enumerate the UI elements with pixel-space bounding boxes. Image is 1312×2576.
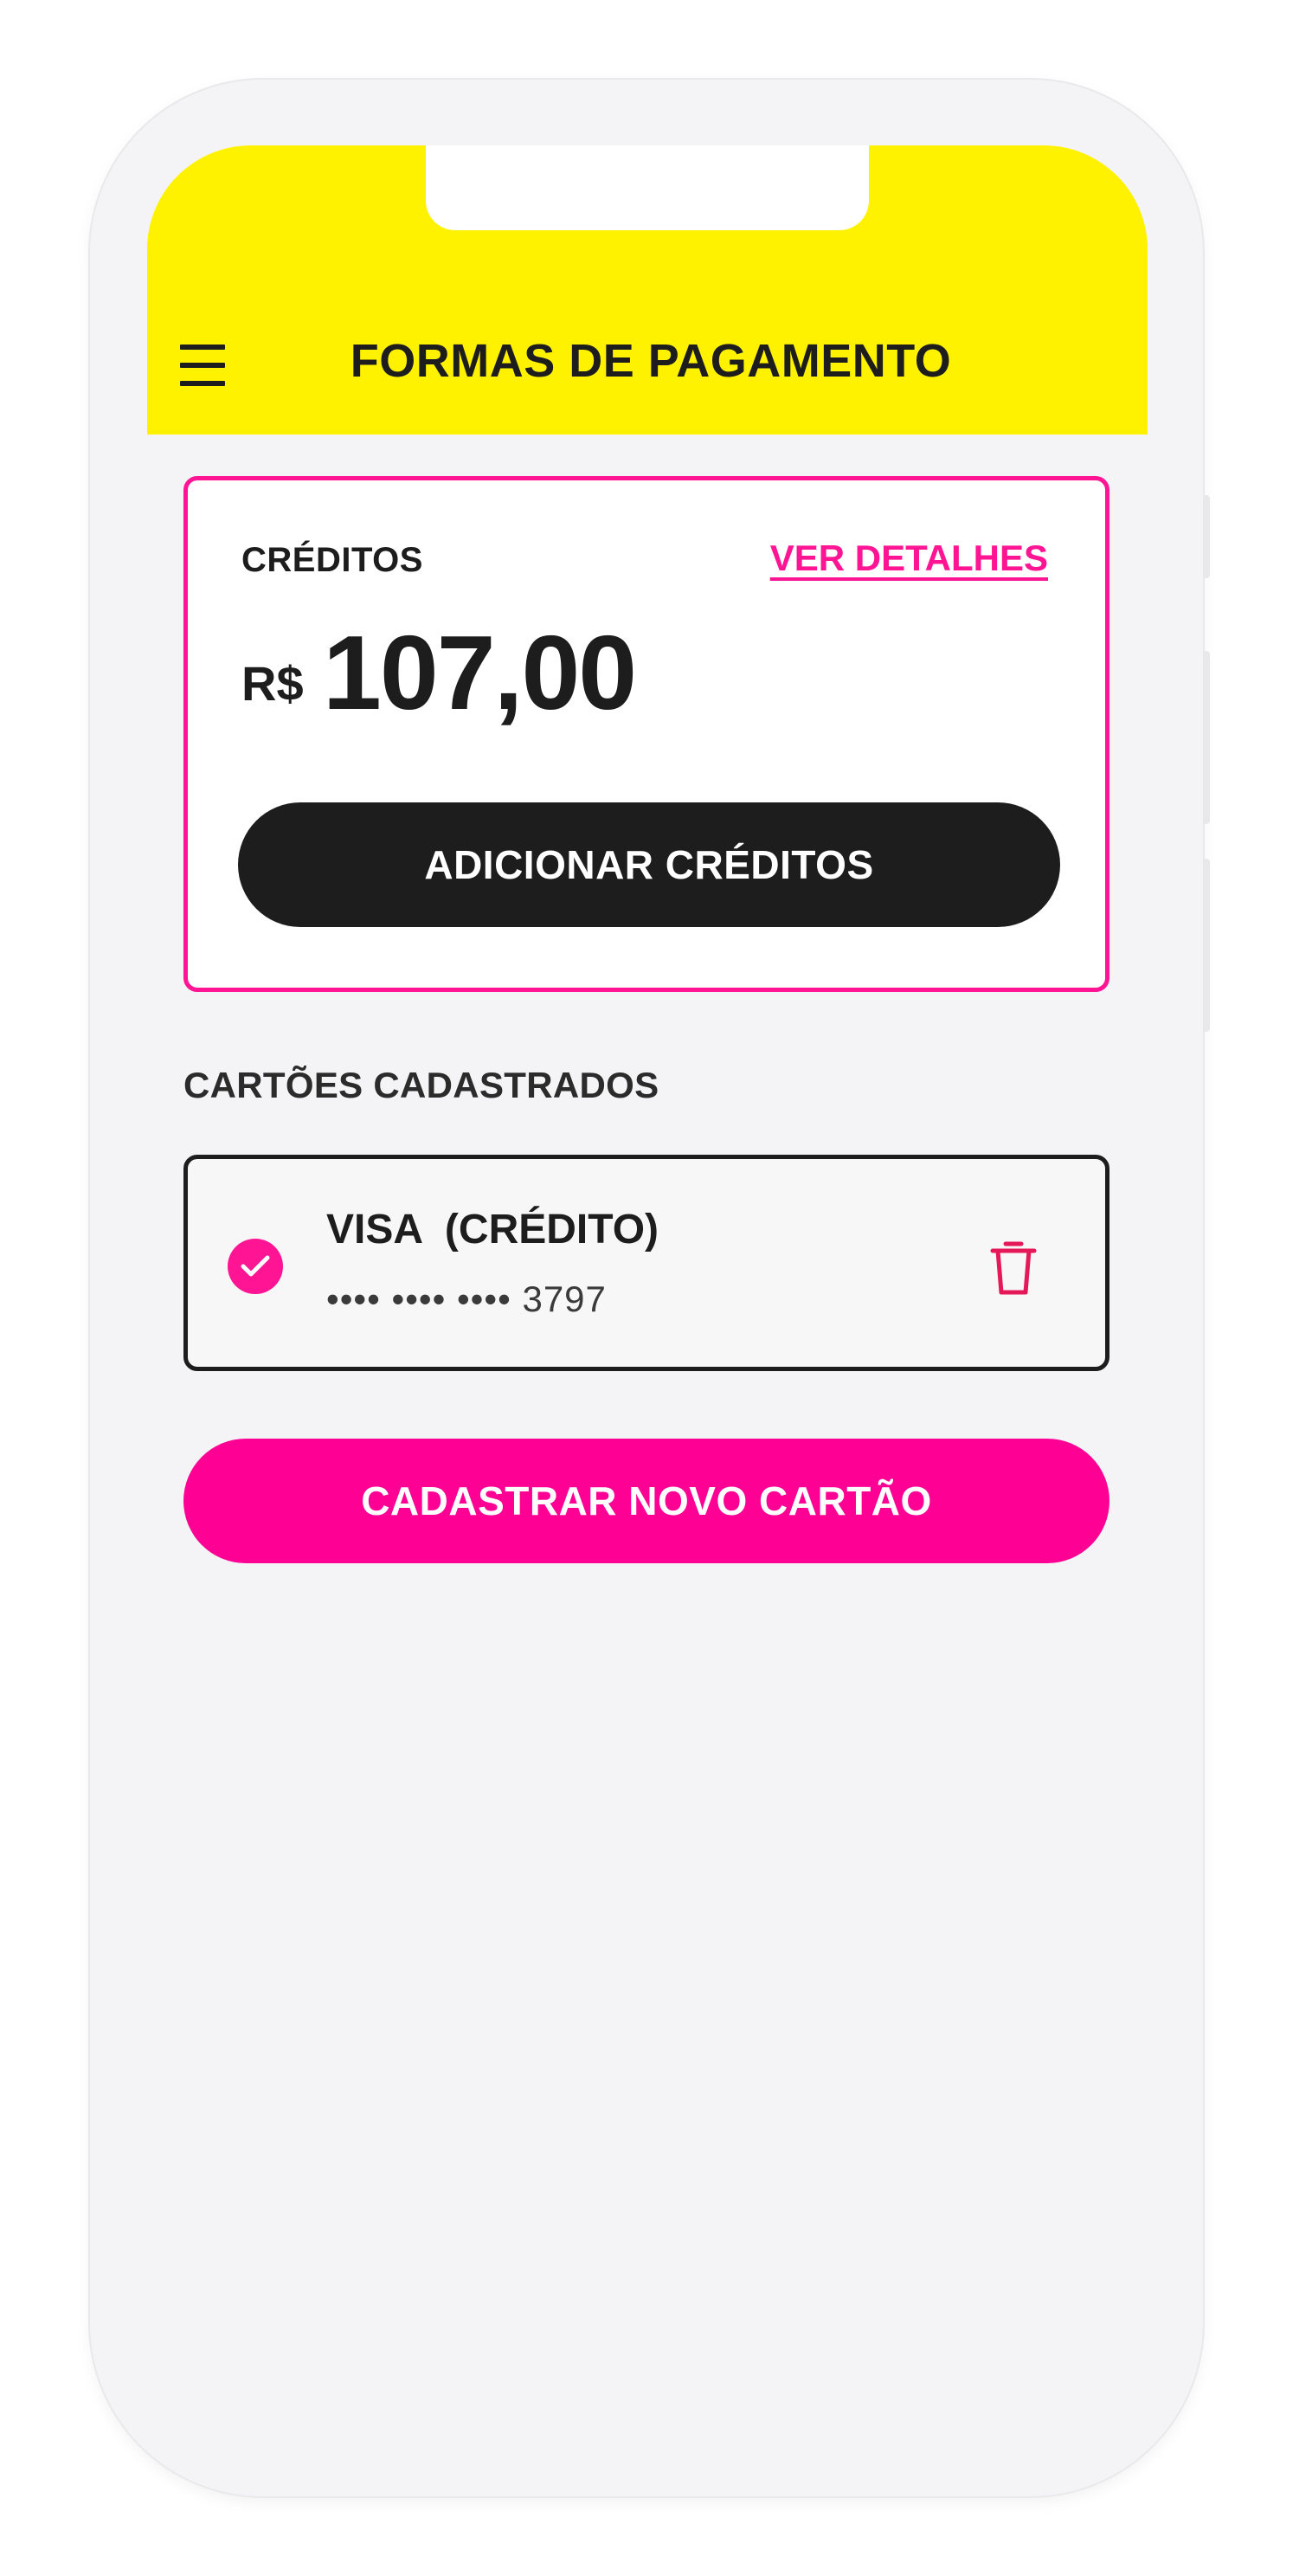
app-header: FORMAS DE PAGAMENTO bbox=[147, 145, 1148, 435]
saved-cards-title: CARTÕES CADASTRADOS bbox=[183, 1065, 659, 1105]
phone-side-button bbox=[1203, 859, 1210, 1032]
add-new-card-button[interactable]: CADASTRAR NOVO CARTÃO bbox=[183, 1439, 1109, 1563]
phone-notch bbox=[426, 145, 869, 230]
credits-card: CRÉDITOS VER DETALHES R$ 107,00 ADICIONA… bbox=[183, 476, 1109, 992]
add-credits-button[interactable]: ADICIONAR CRÉDITOS bbox=[238, 802, 1060, 927]
card-number: •••• •••• •••• 3797 bbox=[326, 1278, 607, 1319]
phone-side-button bbox=[1203, 651, 1210, 824]
check-icon[interactable] bbox=[228, 1239, 283, 1294]
page-title: FORMAS DE PAGAMENTO bbox=[350, 335, 952, 387]
credits-amount: 107,00 bbox=[323, 614, 637, 731]
phone-side-button bbox=[1203, 495, 1210, 578]
credits-label: CRÉDITOS bbox=[241, 541, 423, 579]
currency-symbol: R$ bbox=[241, 656, 304, 711]
card-brand-label: VISA (CRÉDITO) bbox=[326, 1207, 659, 1253]
view-details-link[interactable]: VER DETALHES bbox=[770, 538, 1048, 579]
app-screen: FORMAS DE PAGAMENTO CRÉDITOS VER DETALHE… bbox=[147, 145, 1148, 2431]
trash-icon[interactable] bbox=[986, 1237, 1041, 1299]
saved-card-item[interactable]: VISA (CRÉDITO) •••• •••• •••• 3797 bbox=[183, 1155, 1109, 1371]
